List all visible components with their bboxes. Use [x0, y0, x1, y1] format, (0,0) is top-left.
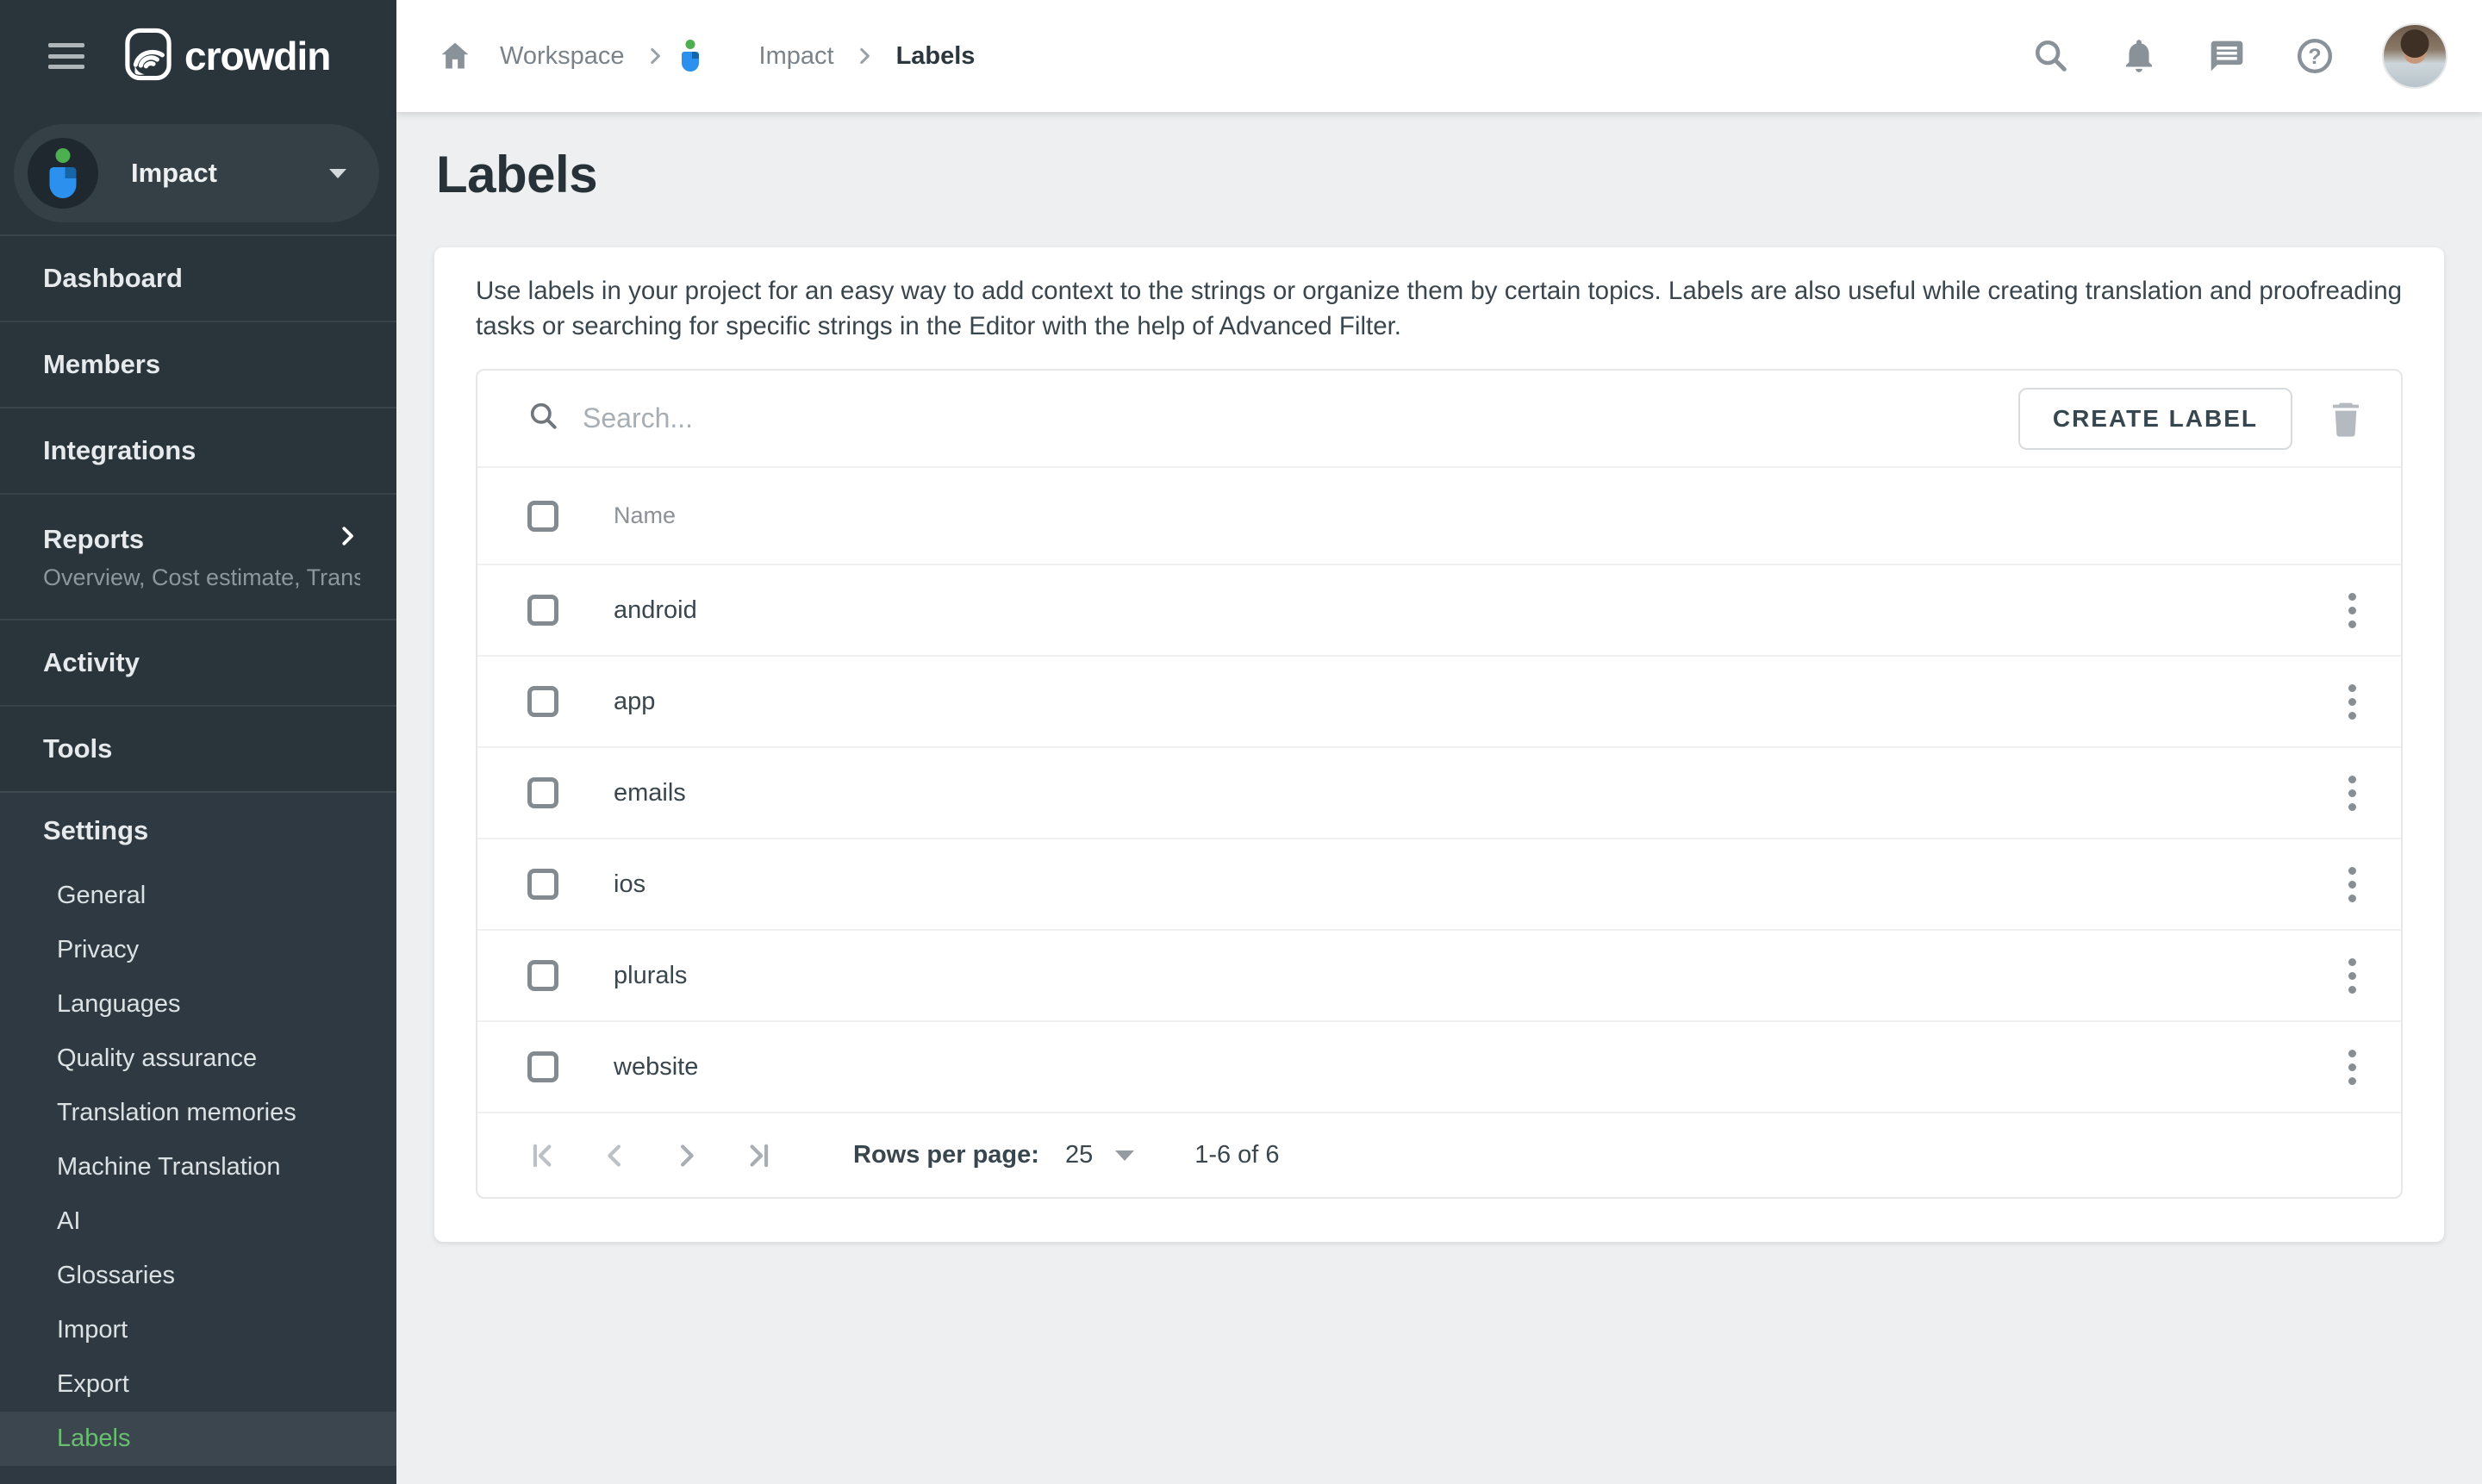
table-header: Name: [477, 468, 2401, 565]
home-icon[interactable]: [434, 35, 476, 77]
row-checkbox[interactable]: [527, 960, 558, 991]
rows-per-page-value: 25: [1065, 1141, 1093, 1169]
table-toolbar: CREATE LABEL: [477, 371, 2401, 468]
help-icon[interactable]: ?: [2294, 35, 2335, 77]
search-icon: [527, 400, 560, 437]
table-row: website: [477, 1022, 2401, 1113]
kebab-menu-icon[interactable]: [2342, 1043, 2363, 1092]
sidebar-item-languages[interactable]: Languages: [0, 977, 396, 1032]
sidebar-item-export[interactable]: Export: [0, 1357, 396, 1412]
chat-icon[interactable]: [2206, 35, 2248, 77]
table-row: emails: [477, 748, 2401, 839]
next-page-icon[interactable]: [667, 1136, 707, 1175]
sidebar-item-quality-assurance[interactable]: Quality assurance: [0, 1032, 396, 1086]
content: Labels Use labels in your project for an…: [396, 112, 2482, 1484]
breadcrumb-project[interactable]: Impact: [690, 34, 834, 78]
project-avatar: [28, 138, 98, 209]
sidebar-item-ai[interactable]: AI: [0, 1194, 396, 1249]
pagination-range: 1-6 of 6: [1194, 1141, 1279, 1169]
sidebar-settings-section: Settings General Privacy Languages Quali…: [0, 791, 396, 1484]
app: crowdin Impact Dashboard Members Integra…: [0, 0, 2482, 1484]
sidebar-item-reports[interactable]: Reports Overview, Cost estimate, Transl…: [0, 493, 396, 619]
svg-text:?: ?: [2308, 45, 2321, 69]
page-title: Labels: [436, 145, 2444, 204]
breadcrumb-current: Labels: [896, 42, 976, 71]
sidebar-item-integrations[interactable]: Integrations: [0, 407, 396, 493]
sidebar: crowdin Impact Dashboard Members Integra…: [0, 0, 396, 1484]
rows-per-page-label: Rows per page:: [853, 1141, 1039, 1169]
sidebar-item-glossaries[interactable]: Glossaries: [0, 1249, 396, 1303]
kebab-menu-icon[interactable]: [2342, 677, 2363, 726]
select-all-checkbox[interactable]: [527, 501, 558, 532]
sidebar-item-import[interactable]: Import: [0, 1303, 396, 1357]
user-avatar[interactable]: [2382, 23, 2448, 89]
table-row: android: [477, 565, 2401, 657]
project-switcher[interactable]: Impact: [14, 124, 379, 222]
row-checkbox[interactable]: [527, 777, 558, 808]
search-input[interactable]: [583, 402, 2018, 434]
sidebar-item-members[interactable]: Members: [0, 321, 396, 407]
chevron-right-icon: [644, 45, 666, 67]
main: Workspace Impact Labels: [396, 0, 2482, 1484]
sidebar-item-machine-translation[interactable]: Machine Translation: [0, 1140, 396, 1194]
crowdin-wordmark: crowdin: [184, 33, 330, 79]
breadcrumb-project-name: Impact: [759, 42, 834, 71]
topbar-actions: ?: [2030, 23, 2448, 89]
sidebar-item-tools[interactable]: Tools: [0, 705, 396, 791]
breadcrumb-workspace[interactable]: Workspace: [500, 42, 625, 71]
labels-card: Use labels in your project for an easy w…: [434, 247, 2444, 1242]
kebab-menu-icon[interactable]: [2342, 860, 2363, 909]
crowdin-logo-icon: [124, 28, 172, 85]
label-name: plurals: [614, 962, 687, 990]
sidebar-item-labels[interactable]: Labels: [0, 1412, 396, 1466]
label-name: ios: [614, 870, 645, 899]
last-page-icon[interactable]: [739, 1136, 779, 1175]
project-avatar: [690, 34, 735, 78]
label-name: app: [614, 688, 655, 716]
page-description: Use labels in your project for an easy w…: [476, 273, 2403, 344]
first-page-icon[interactable]: [522, 1136, 562, 1175]
previous-page-icon[interactable]: [595, 1136, 634, 1175]
kebab-menu-icon[interactable]: [2342, 951, 2363, 1001]
sidebar-item-reports-subtitle: Overview, Cost estimate, Transl…: [43, 564, 360, 591]
chevron-down-icon: [329, 169, 346, 178]
label-name: android: [614, 596, 697, 625]
sidebar-item-settings[interactable]: Settings: [0, 793, 396, 869]
pagination: Rows per page: 25 1-6 of 6: [477, 1113, 2401, 1197]
sidebar-item-activity[interactable]: Activity: [0, 619, 396, 705]
breadcrumb: Workspace Impact Labels: [434, 34, 975, 78]
chevron-right-icon: [334, 523, 360, 556]
project-name: Impact: [131, 158, 217, 189]
sidebar-nav: Dashboard Members Integrations Reports O…: [0, 234, 396, 791]
topbar: Workspace Impact Labels: [396, 0, 2482, 112]
rows-per-page-select[interactable]: 25: [1065, 1141, 1134, 1169]
sidebar-item-dashboard[interactable]: Dashboard: [0, 234, 396, 321]
label-name: website: [614, 1053, 698, 1082]
row-checkbox[interactable]: [527, 1051, 558, 1082]
table-row: ios: [477, 839, 2401, 931]
create-label-button[interactable]: CREATE LABEL: [2018, 388, 2292, 450]
menu-icon[interactable]: [48, 43, 84, 69]
row-checkbox[interactable]: [527, 869, 558, 900]
bell-icon[interactable]: [2118, 35, 2160, 77]
search-icon[interactable]: [2030, 35, 2072, 77]
column-header-name: Name: [614, 502, 676, 529]
row-checkbox[interactable]: [527, 595, 558, 626]
chevron-down-icon: [1115, 1150, 1134, 1161]
labels-table: CREATE LABEL Name android: [476, 369, 2403, 1199]
kebab-menu-icon[interactable]: [2342, 769, 2363, 818]
chevron-right-icon: [853, 45, 876, 67]
sidebar-header: crowdin: [0, 0, 396, 112]
kebab-menu-icon[interactable]: [2342, 586, 2363, 635]
table-row: plurals: [477, 931, 2401, 1022]
table-row: app: [477, 657, 2401, 748]
row-checkbox[interactable]: [527, 686, 558, 717]
label-name: emails: [614, 779, 686, 807]
sidebar-item-privacy[interactable]: Privacy: [0, 923, 396, 977]
sidebar-item-general[interactable]: General: [0, 869, 396, 923]
sidebar-item-translation-memories[interactable]: Translation memories: [0, 1086, 396, 1140]
crowdin-logo[interactable]: crowdin: [124, 28, 330, 85]
trash-icon[interactable]: [2329, 400, 2363, 438]
